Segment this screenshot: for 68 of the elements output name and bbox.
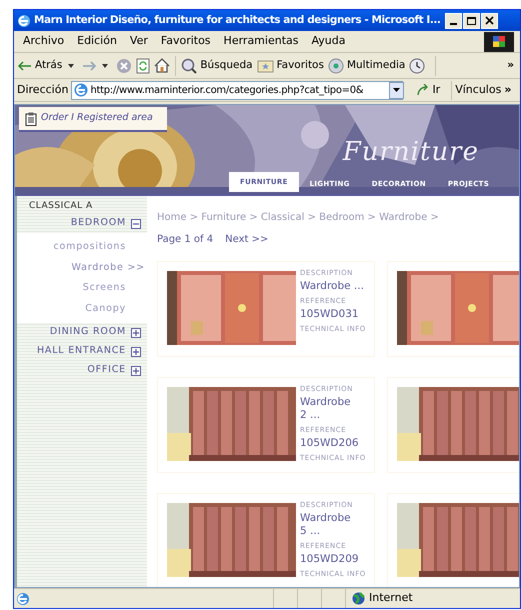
- product-description[interactable]: Wardrobe 5 ...: [300, 512, 360, 538]
- plus-icon: [133, 368, 139, 374]
- sidebar-heading: CLASSICAL A: [28, 200, 94, 213]
- minus-icon: [133, 222, 139, 224]
- expand-toggle[interactable]: [131, 328, 141, 338]
- more-chevron[interactable]: »: [504, 82, 512, 98]
- expand-toggle[interactable]: [131, 366, 141, 376]
- home-button[interactable]: [154, 58, 170, 73]
- page-indicator: Page 1 of 4: [157, 233, 214, 247]
- back-arrow-icon: [18, 60, 32, 70]
- plus-icon: [133, 348, 139, 354]
- media-icon: [328, 58, 344, 74]
- back-button[interactable]: Atrás: [18, 58, 62, 74]
- home-icon: [154, 58, 170, 73]
- favorites-button[interactable]: Favoritos: [256, 58, 324, 74]
- caret-icon: [393, 88, 400, 92]
- go-arrow-icon: [417, 84, 430, 96]
- sidebar-item[interactable]: BEDROOM: [70, 216, 126, 231]
- product-reference: 105WD206: [300, 436, 360, 451]
- expand-toggle[interactable]: [131, 346, 141, 356]
- maximize-button[interactable]: [463, 12, 480, 28]
- sidebar-item[interactable]: HALL ENTRANCE: [36, 344, 126, 359]
- product-description[interactable]: Wardrobe ...: [300, 280, 366, 292]
- more-chevron[interactable]: »: [507, 58, 516, 74]
- menu-item[interactable]: Herramientas: [218, 31, 304, 52]
- menu-item[interactable]: Favoritos: [154, 31, 217, 52]
- caret-icon: [102, 64, 108, 68]
- close-icon: [485, 16, 494, 25]
- search-icon: [181, 58, 198, 74]
- next-link[interactable]: Next >>: [225, 232, 268, 247]
- refresh-icon: [136, 58, 150, 74]
- search-button[interactable]: Búsqueda: [181, 58, 253, 74]
- address-label: Dirección: [17, 82, 68, 98]
- menu-item[interactable]: Edición: [71, 31, 123, 52]
- sidebar-item[interactable]: DINING ROOM: [50, 325, 126, 340]
- product-description[interactable]: Wardrobe 2 ...: [300, 396, 360, 422]
- stop-icon: [116, 58, 132, 74]
- menu-item[interactable]: Ver: [124, 31, 154, 52]
- caret-icon: [68, 64, 74, 68]
- go-button[interactable]: Ir: [417, 82, 440, 98]
- close-button[interactable]: [481, 12, 498, 28]
- security-zone: Internet: [369, 590, 413, 606]
- page-icon: [73, 82, 90, 98]
- sidebar-item[interactable]: OFFICE: [87, 363, 126, 378]
- forward-arrow-icon: [82, 60, 96, 70]
- refresh-button[interactable]: [136, 58, 150, 74]
- collapse-toggle[interactable]: [131, 218, 141, 228]
- window-title: Marn Interior Diseño, furniture for architects and designers - Microsoft I...: [34, 12, 440, 28]
- product-reference: 105WD209: [300, 552, 360, 567]
- globe-icon: [352, 592, 365, 605]
- links-button[interactable]: Vínculos: [455, 82, 502, 98]
- breadcrumb: Home > Furniture > Classical > Bedroom > Wardrobe >: [157, 211, 440, 225]
- page-icon: [16, 592, 30, 606]
- clock-icon: [409, 58, 426, 74]
- address-field[interactable]: http://www.marninterior.com/categories.php?cat_tipo=0&: [71, 80, 404, 100]
- history-button[interactable]: [409, 58, 426, 74]
- dropdown-button[interactable]: [389, 82, 404, 98]
- product-reference: 105WD031: [300, 307, 360, 322]
- browser-icon: [17, 14, 31, 28]
- site-logo: Furniture: [342, 136, 479, 169]
- plus-icon: [133, 330, 139, 336]
- menu-item[interactable]: Archivo: [17, 31, 70, 52]
- menu-item[interactable]: Ayuda: [305, 31, 352, 52]
- clipboard-icon: [25, 112, 37, 126]
- sidebar-subitem[interactable]: Wardrobe >>: [17, 258, 147, 278]
- windows-logo-icon: [484, 32, 514, 52]
- media-button[interactable]: Multimedia: [328, 58, 406, 74]
- minimize-button[interactable]: [445, 12, 462, 28]
